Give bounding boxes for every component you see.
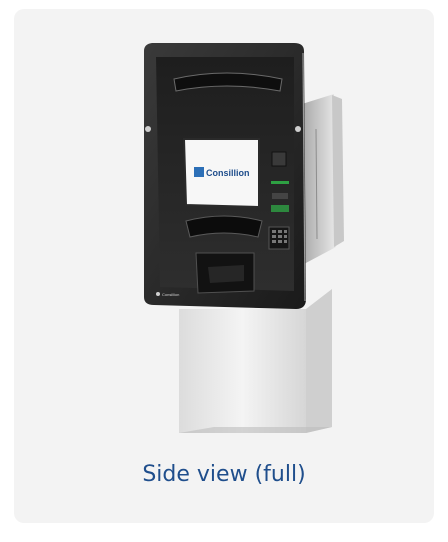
screen-logo-text: Consillion	[206, 168, 250, 178]
cash-dispenser	[195, 252, 255, 294]
image-caption: Side view (full)	[142, 462, 306, 487]
consillion-logo-icon	[194, 167, 204, 177]
kiosk-pedestal	[179, 289, 332, 433]
atm-screen: Consillion	[182, 138, 260, 209]
atm-kiosk-image[interactable]: Consillion Consillion	[14, 9, 434, 459]
kiosk-side-cabinet	[302, 94, 344, 264]
brand-badge-text: Consillion	[162, 292, 179, 297]
product-card[interactable]: Consillion Consillion Side view (full)	[14, 9, 434, 523]
pin-keypad	[268, 226, 290, 250]
